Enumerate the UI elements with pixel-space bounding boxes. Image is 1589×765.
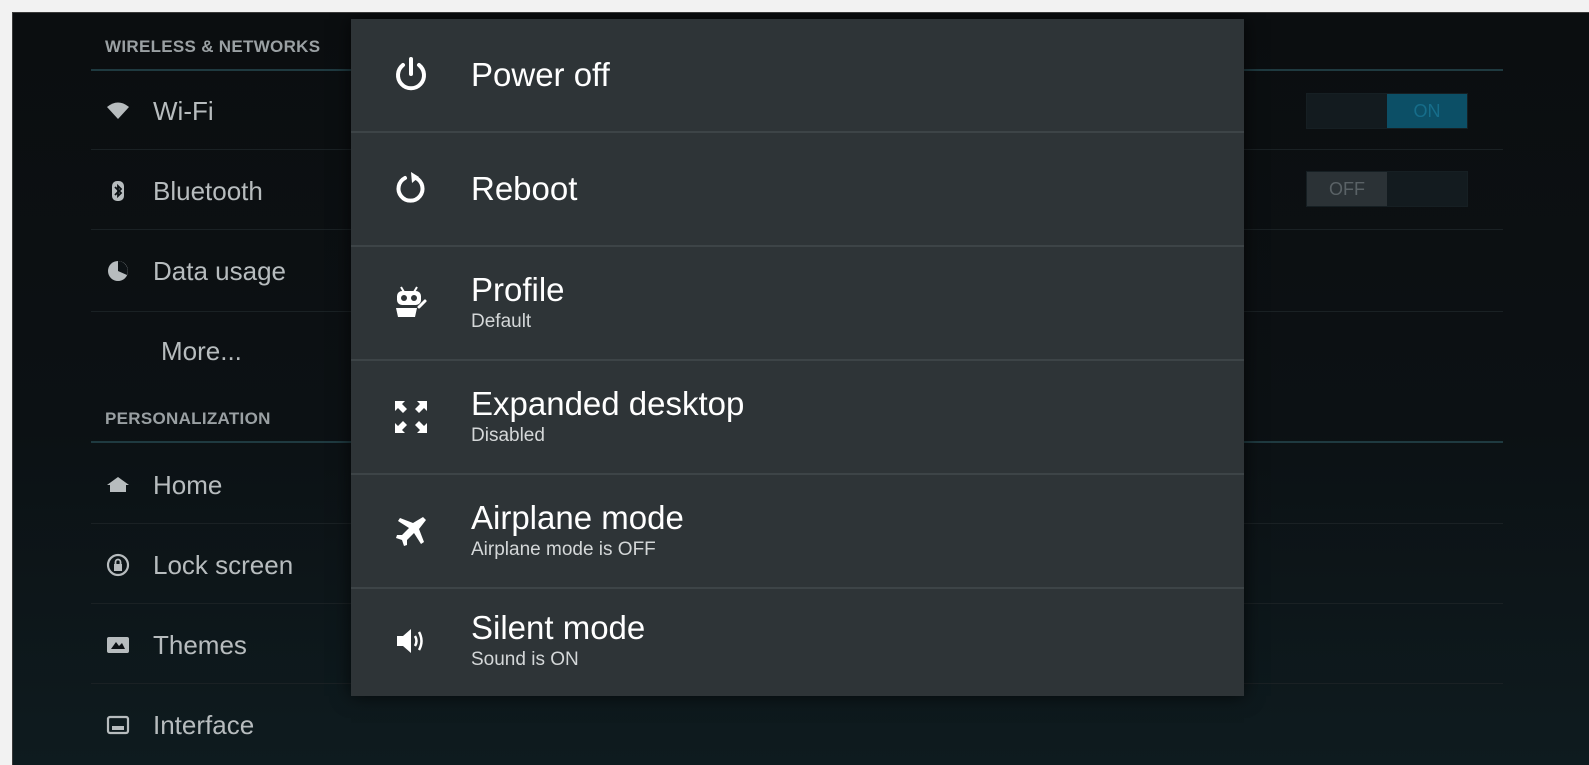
themes-icon xyxy=(105,632,131,658)
setting-themes[interactable]: Themes xyxy=(105,625,247,665)
setting-bluetooth[interactable]: Bluetooth xyxy=(105,171,263,211)
profile-robot-icon xyxy=(351,247,471,359)
speaker-icon xyxy=(351,585,471,697)
setting-home[interactable]: Home xyxy=(105,465,222,505)
wifi-icon xyxy=(105,98,131,124)
setting-label: Wi-Fi xyxy=(153,95,214,126)
setting-label: Themes xyxy=(153,629,247,660)
airplane-icon xyxy=(351,475,471,587)
reboot-item[interactable]: Reboot xyxy=(351,133,1244,245)
bluetooth-toggle[interactable]: OFF xyxy=(1306,171,1468,207)
toggle-knob: OFF xyxy=(1307,172,1387,206)
silent-mode-item[interactable]: Silent mode Sound is ON xyxy=(351,585,1244,697)
power-menu-dialog: Power off Reboot Profile Default Expande… xyxy=(351,19,1244,696)
setting-lock-screen[interactable]: Lock screen xyxy=(105,545,293,585)
setting-label: Bluetooth xyxy=(153,175,263,206)
interface-icon xyxy=(105,712,131,738)
menu-item-title: Profile xyxy=(471,271,565,308)
setting-wifi[interactable]: Wi-Fi xyxy=(105,91,214,131)
section-header-personalization: PERSONALIZATION xyxy=(105,409,271,428)
data-usage-icon xyxy=(105,258,131,284)
menu-item-subtitle: Sound is ON xyxy=(471,649,579,670)
expand-arrows-icon xyxy=(351,361,471,473)
power-off-item[interactable]: Power off xyxy=(351,19,1244,131)
profile-item[interactable]: Profile Default xyxy=(351,247,1244,359)
home-icon xyxy=(105,472,131,498)
settings-screen: WIRELESS & NETWORKS Wi-Fi ON Bluetooth O… xyxy=(12,12,1589,765)
power-icon xyxy=(351,19,471,131)
menu-item-title: Silent mode xyxy=(471,609,646,646)
setting-interface[interactable]: Interface xyxy=(105,705,254,745)
airplane-mode-item[interactable]: Airplane mode Airplane mode is OFF xyxy=(351,475,1244,587)
setting-label: Interface xyxy=(153,709,255,740)
wifi-toggle[interactable]: ON xyxy=(1306,93,1468,129)
setting-label: Lock screen xyxy=(153,549,294,580)
menu-item-title: Reboot xyxy=(471,170,578,207)
reboot-icon xyxy=(351,133,471,245)
menu-item-title: Expanded desktop xyxy=(471,385,745,422)
lock-icon xyxy=(105,552,131,578)
setting-more[interactable]: More... xyxy=(161,331,242,371)
menu-item-subtitle: Default xyxy=(471,311,532,332)
expanded-desktop-item[interactable]: Expanded desktop Disabled xyxy=(351,361,1244,473)
setting-data-usage[interactable]: Data usage xyxy=(105,251,286,291)
setting-label: Data usage xyxy=(153,255,286,286)
section-header-wireless: WIRELESS & NETWORKS xyxy=(105,37,321,56)
toggle-knob: ON xyxy=(1387,94,1467,128)
setting-label: More... xyxy=(161,335,242,366)
menu-item-title: Airplane mode xyxy=(471,499,684,536)
menu-item-subtitle: Disabled xyxy=(471,425,545,446)
menu-item-subtitle: Airplane mode is OFF xyxy=(471,539,656,560)
bluetooth-icon xyxy=(105,178,131,204)
menu-item-title: Power off xyxy=(471,56,610,93)
setting-label: Home xyxy=(153,469,223,500)
